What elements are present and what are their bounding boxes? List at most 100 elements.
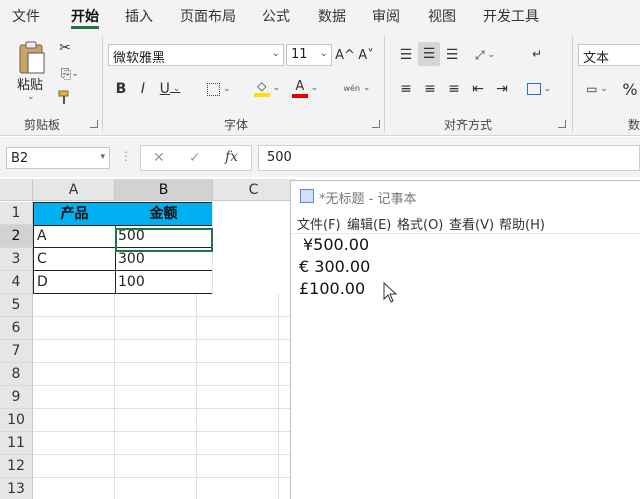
notepad-text-area[interactable]: ¥500.00 € 300.00 £100.00 (291, 233, 640, 499)
shrink-font-icon: A˅ (358, 47, 374, 63)
formula-input[interactable]: 500 (258, 145, 640, 171)
cell-a4[interactable]: D (33, 271, 116, 294)
align-top-icon: ☰ (399, 47, 413, 63)
row-header-11[interactable]: 11 (0, 432, 33, 455)
align-center-button[interactable]: ≡ (420, 78, 440, 100)
select-all-corner[interactable] (0, 179, 33, 201)
column-header-c[interactable]: C (213, 179, 295, 201)
font-name-select[interactable]: 微软雅黑 ⌄ (108, 44, 284, 66)
menu-file[interactable]: 文件(F) (297, 214, 341, 233)
paste-label: 粘贴 (17, 78, 44, 93)
cut-button[interactable]: ✂ (55, 38, 75, 58)
row-header-8[interactable]: 8 (0, 363, 33, 386)
tab-view[interactable]: 视图 (428, 6, 456, 26)
align-bottom-button[interactable]: ☰ (442, 44, 462, 66)
borders-button[interactable]: ⌄ (204, 78, 234, 100)
decrease-indent-icon: ⇤ (472, 81, 484, 97)
font-name-value: 微软雅黑 (113, 51, 166, 66)
row-header-2[interactable]: 2 (0, 225, 33, 248)
align-top-button[interactable]: ☰ (396, 44, 416, 66)
align-bottom-icon: ☰ (445, 47, 459, 63)
align-right-button[interactable]: ≡ (444, 78, 464, 100)
row-header-6[interactable]: 6 (0, 317, 33, 340)
copy-button[interactable]: ⎘ ⌄ (55, 64, 85, 84)
column-header-a[interactable]: A (33, 179, 115, 201)
increase-indent-button[interactable]: ⇥ (492, 78, 512, 100)
row-header-12[interactable]: 12 (0, 455, 33, 478)
row-header-3[interactable]: 3 (0, 248, 33, 271)
clipboard-launcher-icon[interactable] (90, 120, 98, 128)
font-size-value: 11 (291, 47, 308, 62)
merge-cells-icon (526, 83, 541, 95)
tab-developer[interactable]: 开发工具 (483, 6, 539, 26)
notepad-title-bar[interactable]: *无标题 - 记事本 (291, 181, 640, 211)
fill-bucket-icon: ◇ (253, 79, 270, 97)
cell-a1[interactable]: 产品 (33, 202, 116, 226)
font-group-label: 字体 (224, 118, 249, 132)
active-cell-highlight (115, 228, 213, 252)
number-format-select[interactable]: 文本 (578, 44, 640, 66)
menu-edit[interactable]: 编辑(E) (347, 214, 391, 233)
wrap-text-button[interactable]: ↵ (526, 42, 548, 66)
align-center-icon: ≡ (424, 81, 436, 97)
insert-function-icon[interactable]: fx (225, 149, 238, 165)
cell-a3[interactable]: C (33, 248, 116, 271)
text-line: £100.00 (299, 279, 366, 298)
decrease-indent-button[interactable]: ⇤ (468, 78, 488, 100)
paste-button[interactable] (14, 38, 50, 78)
merge-center-button[interactable]: ⌄ (524, 78, 554, 100)
active-tab-indicator (71, 26, 99, 29)
fill-color-button[interactable]: ◇ ⌄ (252, 76, 282, 100)
scissors-icon: ✂ (59, 40, 71, 56)
copy-icon: ⎘ (61, 66, 72, 82)
tab-file[interactable]: 文件 (12, 6, 40, 26)
align-left-button[interactable]: ≡ (396, 78, 416, 100)
italic-button[interactable]: I (134, 78, 152, 100)
ribbon-separator (384, 36, 385, 132)
row-header-9[interactable]: 9 (0, 386, 33, 409)
row-header-4[interactable]: 4 (0, 271, 33, 294)
row-header-5[interactable]: 5 (0, 294, 33, 317)
font-size-select[interactable]: 11 ⌄ (286, 44, 332, 66)
grow-font-button[interactable]: A^ (335, 44, 355, 66)
row-header-10[interactable]: 10 (0, 409, 33, 432)
menu-help[interactable]: 帮助(H) (499, 214, 545, 233)
align-middle-button[interactable]: ☰ (418, 42, 440, 66)
phonetic-button[interactable]: wén ⌄ (340, 76, 374, 100)
tab-data[interactable]: 数据 (318, 6, 346, 26)
tab-page-layout[interactable]: 页面布局 (180, 6, 236, 26)
font-launcher-icon[interactable] (372, 120, 380, 128)
tab-review[interactable]: 审阅 (372, 6, 400, 26)
cell-a2[interactable]: A (33, 225, 116, 248)
name-box[interactable]: B2 ▾ (6, 147, 110, 169)
mouse-cursor-icon (383, 282, 398, 303)
tab-insert[interactable]: 插入 (125, 6, 153, 26)
tab-formulas[interactable]: 公式 (262, 6, 290, 26)
enter-icon[interactable]: ✓ (189, 150, 201, 166)
chevron-down-icon: ⌄ (271, 48, 280, 59)
percent-style-button[interactable]: % (620, 78, 640, 100)
format-painter-button[interactable] (55, 88, 75, 108)
shrink-font-button[interactable]: A˅ (356, 44, 376, 66)
column-header-b[interactable]: B (115, 179, 213, 201)
alignment-launcher-icon[interactable] (558, 120, 566, 128)
empty-cells-area[interactable] (33, 294, 290, 499)
menu-view[interactable]: 查看(V) (449, 214, 494, 233)
cancel-icon[interactable]: ✕ (153, 150, 165, 166)
paste-dropdown-icon[interactable]: ⌄ (27, 92, 35, 102)
orientation-button[interactable]: ⤢ ⌄ (470, 44, 500, 66)
font-color-button[interactable]: A ⌄ (290, 76, 320, 100)
menu-format[interactable]: 格式(O) (397, 214, 443, 233)
ribbon: 粘贴 ⌄ ✂ ⎘ ⌄ 剪贴板 微软雅黑 ⌄ 11 ⌄ A^ A˅ B I U ⌄ ⌄ … (0, 30, 640, 136)
tab-home[interactable]: 开始 (71, 6, 99, 26)
formula-buttons: ✕ ✓ fx (140, 145, 252, 171)
bold-button[interactable]: B (112, 78, 130, 100)
row-header-1[interactable]: 1 (0, 202, 33, 225)
accounting-format-button[interactable]: ▭ ⌄ (580, 78, 614, 100)
alignment-group-label: 对齐方式 (444, 118, 493, 132)
row-header-7[interactable]: 7 (0, 340, 33, 363)
row-header-13[interactable]: 13 (0, 478, 33, 499)
cell-b4[interactable]: 100 (115, 271, 213, 294)
cell-b1[interactable]: 金额 (115, 202, 213, 226)
underline-button[interactable]: U ⌄ (156, 78, 184, 100)
